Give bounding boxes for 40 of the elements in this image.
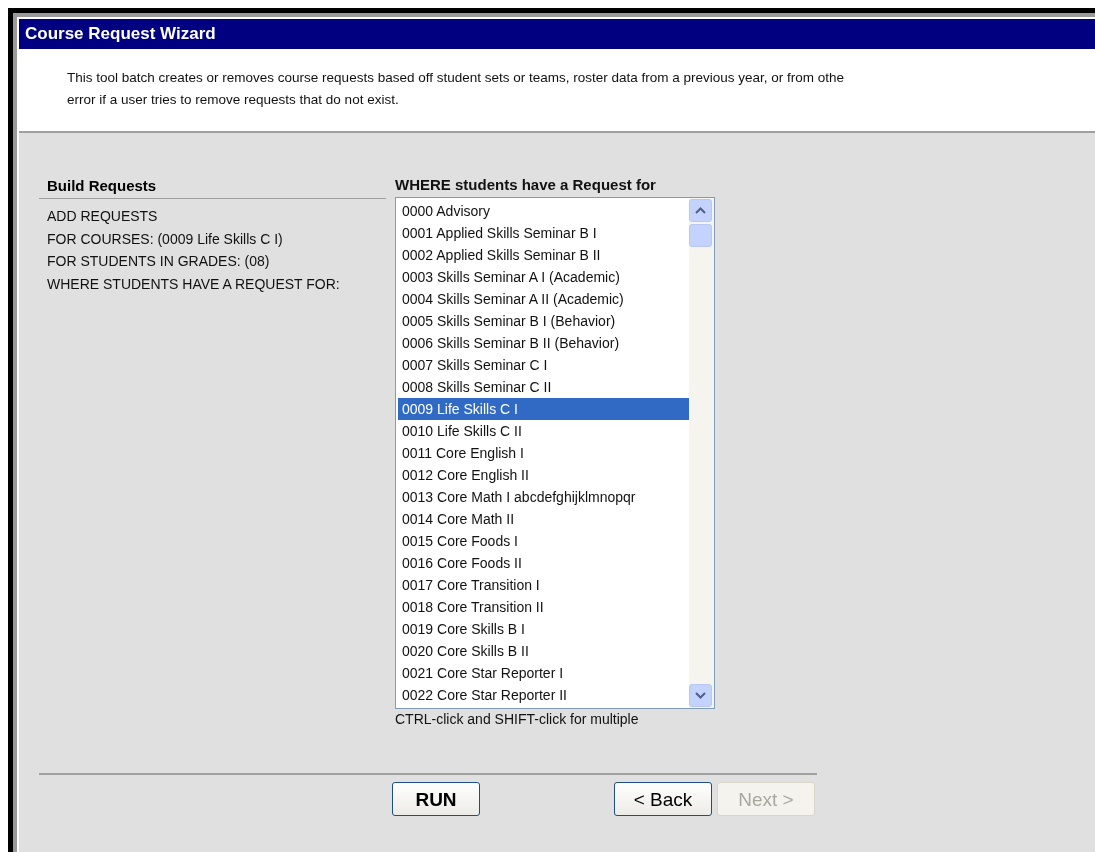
scroll-up-icon[interactable] [689,199,712,222]
scroll-thumb[interactable] [689,224,712,247]
scroll-down-icon[interactable] [689,684,712,707]
course-option[interactable]: 0021 Core Star Reporter I [398,662,689,684]
scrollbar[interactable] [689,198,714,708]
course-option[interactable]: 0016 Core Foods II [398,552,689,574]
course-option[interactable]: 0014 Core Math II [398,508,689,530]
course-option[interactable]: 0020 Core Skills B II [398,640,689,662]
window-title: Course Request Wizard [19,19,1095,49]
description-text: error if a user tries to remove requests that do not exist. [67,91,399,109]
course-option[interactable]: 0018 Core Transition II [398,596,689,618]
summary-line: WHERE STUDENTS HAVE A REQUEST FOR: [47,274,341,294]
course-option[interactable]: 0009 Life Skills C I [398,398,689,420]
course-option[interactable]: 0007 Skills Seminar C I [398,354,689,376]
course-option[interactable]: 0019 Core Skills B I [398,618,689,640]
course-option[interactable]: 0002 Applied Skills Seminar B II [398,244,689,266]
course-option[interactable]: 0012 Core English II [398,464,689,486]
course-option[interactable]: 0022 Core Star Reporter II [398,684,689,706]
list-heading: WHERE students have a Request for [395,175,657,195]
course-option[interactable]: 0006 Skills Seminar B II (Behavior) [398,332,689,354]
back-button[interactable]: < Back [614,782,712,816]
course-listbox[interactable] [395,197,715,709]
summary-line: FOR STUDENTS IN GRADES: (08) [47,252,271,271]
summary-line: FOR COURSES: (0009 Life Skills C I) [47,229,284,249]
course-option[interactable]: 0015 Core Foods I [398,530,689,552]
course-option[interactable]: 0017 Core Transition I [398,574,689,596]
course-option[interactable]: 0013 Core Math I abcdefghijklmnopqr [398,486,689,508]
course-option[interactable]: 0008 Skills Seminar C II [398,376,689,398]
summary-line: ADD REQUESTS [47,207,159,226]
course-option[interactable]: 0004 Skills Seminar A II (Academic) [398,288,689,310]
run-button[interactable]: RUN [392,782,480,816]
course-option[interactable]: 0005 Skills Seminar B I (Behavior) [398,310,689,332]
section-heading: Build Requests [39,176,386,199]
hint-text: CTRL-click and SHIFT-click for multiple [395,710,640,729]
course-option[interactable]: 0003 Skills Seminar A I (Academic) [398,266,689,288]
course-option[interactable]: 0010 Life Skills C II [398,420,689,442]
course-option[interactable]: 0001 Applied Skills Seminar B I [398,222,689,244]
course-option[interactable]: 0011 Core English I [398,442,689,464]
description-text: This tool batch creates or removes course requests based off student sets or teams, roster data from a previous year, or from othe [67,69,845,87]
course-option[interactable]: 0000 Advisory [398,200,689,222]
